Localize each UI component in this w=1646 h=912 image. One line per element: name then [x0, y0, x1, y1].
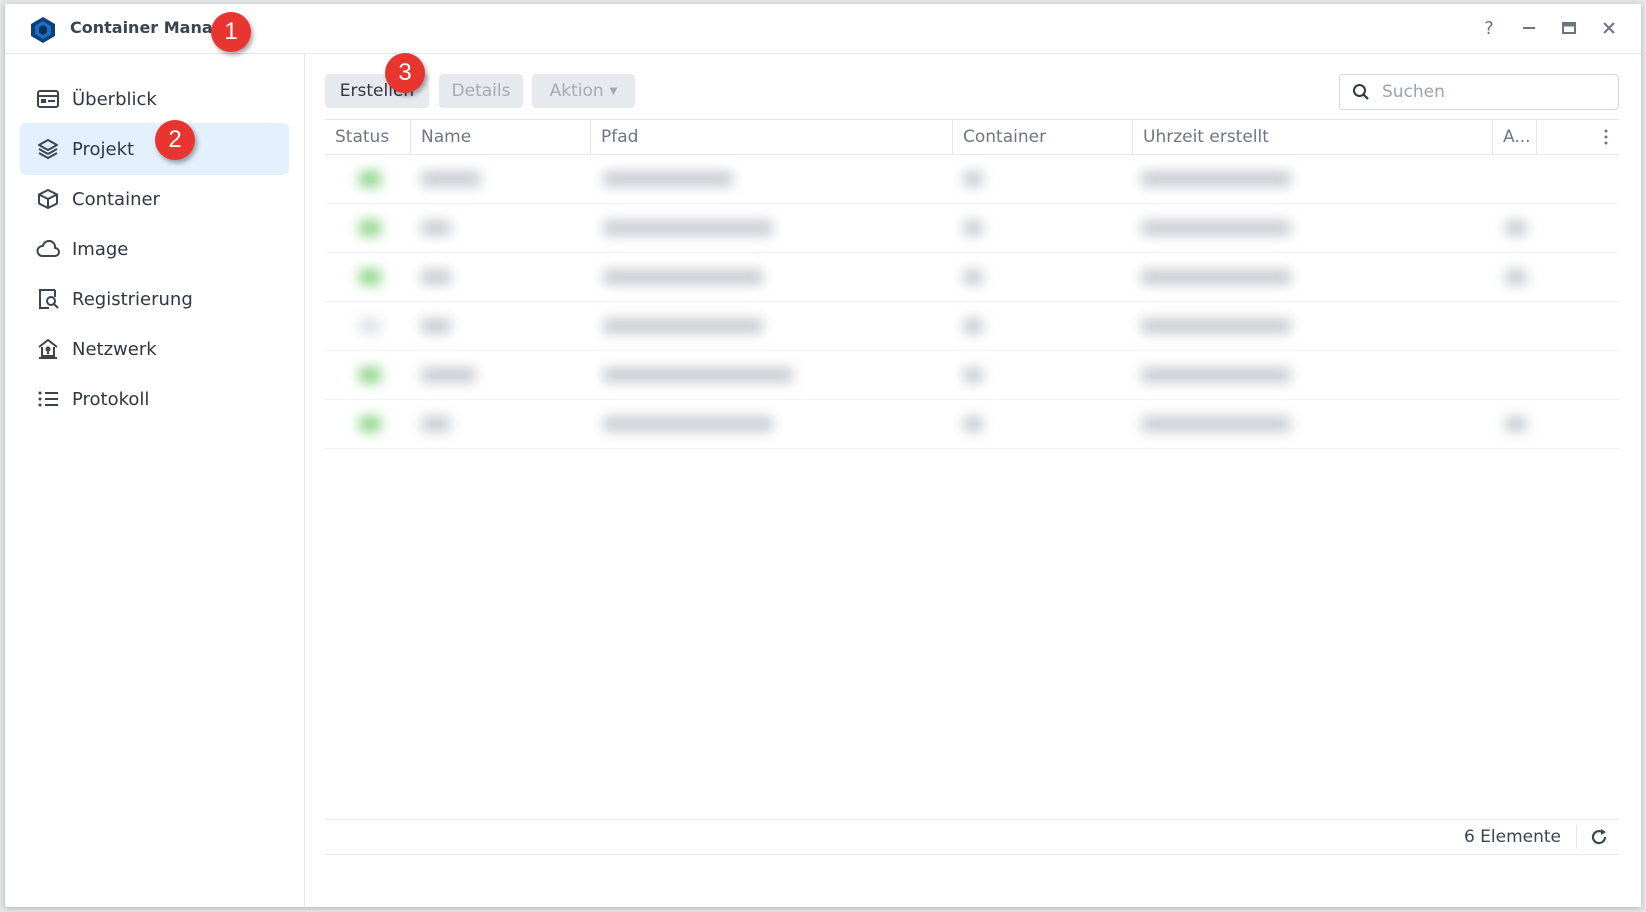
sidebar-item-label: Protokoll — [72, 388, 150, 410]
table-row[interactable] — [325, 351, 1619, 400]
app-title: Container Manager — [70, 18, 222, 37]
sidebar-item-label: Image — [72, 238, 129, 260]
sidebar-item-network[interactable]: Netzwerk — [20, 323, 289, 375]
table-row[interactable] — [325, 400, 1619, 449]
sidebar-item-overview[interactable]: Überblick — [20, 73, 289, 125]
table-header: Status Name Pfad Container Uhrzeit erste… — [325, 119, 1619, 155]
sidebar-item-project[interactable]: Projekt — [20, 123, 289, 175]
table-row[interactable] — [325, 253, 1619, 302]
search-input[interactable] — [1380, 75, 1614, 109]
column-header-name[interactable]: Name — [411, 120, 591, 154]
maximize-icon[interactable] — [1557, 16, 1581, 40]
action-dropdown-button[interactable]: Aktion ▼ — [532, 74, 635, 108]
search-icon — [1353, 84, 1369, 100]
projects-table: Status Name Pfad Container Uhrzeit erste… — [325, 119, 1619, 449]
sidebar-item-label: Überblick — [72, 88, 157, 110]
column-header-container[interactable]: Container — [953, 120, 1133, 154]
table-row[interactable] — [325, 204, 1619, 253]
sidebar-item-log[interactable]: Protokoll — [20, 373, 289, 425]
container-manager-logo-icon — [31, 17, 55, 43]
registry-search-icon — [36, 287, 60, 311]
sidebar-item-label: Projekt — [72, 138, 135, 160]
minimize-icon[interactable] — [1517, 16, 1541, 40]
table-footer: 6 Elemente — [325, 819, 1619, 855]
app-window: Container Manager ? Überblick Proje — [5, 4, 1641, 907]
cloud-icon — [36, 237, 60, 261]
overview-icon — [36, 87, 60, 111]
window-controls: ? — [1477, 16, 1621, 40]
item-count: 6 Elemente — [1463, 827, 1561, 847]
network-house-icon — [36, 337, 60, 361]
help-icon[interactable]: ? — [1477, 16, 1501, 40]
column-menu-icon[interactable] — [1593, 120, 1619, 154]
column-header-a[interactable]: A... — [1493, 120, 1537, 154]
container-cube-icon — [36, 187, 60, 211]
sidebar-item-label: Container — [72, 188, 160, 210]
sidebar-item-label: Netzwerk — [72, 338, 157, 360]
column-header-created-time[interactable]: Uhrzeit erstellt — [1133, 120, 1493, 154]
sidebar-item-image[interactable]: Image — [20, 223, 289, 275]
table-row[interactable] — [325, 155, 1619, 204]
log-list-icon — [36, 387, 60, 411]
table-row[interactable] — [325, 302, 1619, 351]
sidebar-item-label: Registrierung — [72, 288, 193, 310]
main-panel: Erstellen Details Aktion ▼ Status Name P… — [305, 54, 1641, 907]
search-box[interactable] — [1339, 74, 1619, 110]
annotation-badge-3: 3 — [385, 53, 425, 93]
details-button-label: Details — [451, 81, 511, 101]
column-header-path[interactable]: Pfad — [591, 120, 953, 154]
refresh-icon[interactable] — [1576, 825, 1611, 849]
column-header-status[interactable]: Status — [325, 120, 411, 154]
details-button[interactable]: Details — [439, 74, 523, 108]
annotation-badge-1: 1 — [211, 12, 251, 52]
action-button-label: Aktion — [549, 81, 604, 101]
sidebar-item-container[interactable]: Container — [20, 173, 289, 225]
sidebar-item-registry[interactable]: Registrierung — [20, 273, 289, 325]
chevron-down-icon: ▼ — [609, 85, 618, 97]
project-layers-icon — [36, 137, 60, 161]
annotation-badge-2: 2 — [155, 120, 195, 160]
close-icon[interactable] — [1597, 16, 1621, 40]
sidebar: Überblick Projekt Container Image Regist… — [5, 54, 305, 907]
